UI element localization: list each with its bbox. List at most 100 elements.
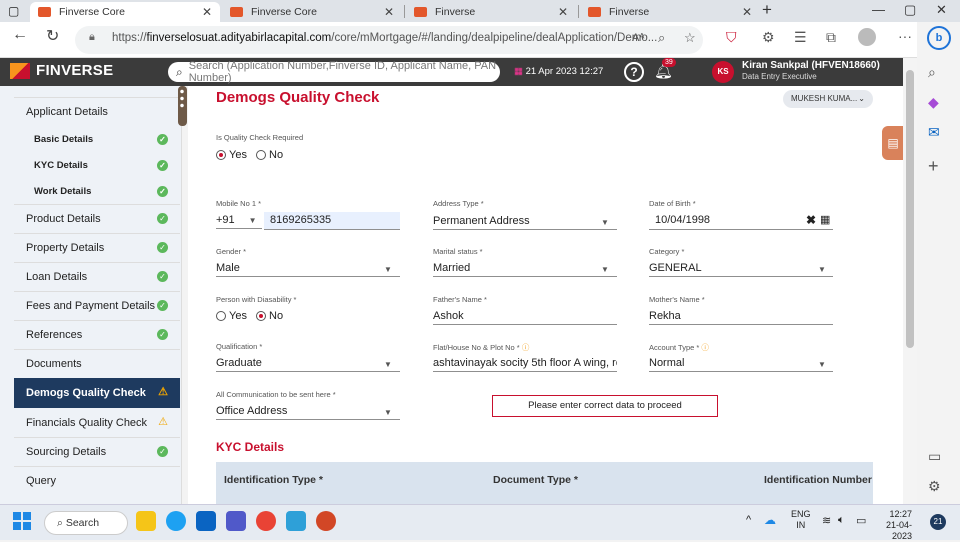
- mobile-input[interactable]: 8169265335: [264, 212, 400, 229]
- flat-input[interactable]: ashtavinayak socity 5th floor A wing, ro…: [433, 357, 617, 369]
- url-text[interactable]: https://finverselosuat.adityabirlacapita…: [112, 32, 657, 44]
- collections-icon[interactable]: ⧉: [826, 29, 836, 46]
- speaker-icon[interactable]: 🔈︎: [838, 514, 845, 527]
- sidebar-item-applicant-details[interactable]: Applicant Details: [14, 98, 180, 126]
- sidebar-item-property-details[interactable]: Property Details ✓: [14, 233, 180, 262]
- close-icon[interactable]: ✕: [384, 5, 394, 19]
- bing-icon[interactable]: b: [927, 26, 951, 50]
- search-placeholder: Search (Application Number,Finverse ID, …: [188, 60, 497, 84]
- user-name[interactable]: Kiran Sankpal (HFVEN18660): [742, 60, 880, 71]
- radio-yes[interactable]: [216, 311, 226, 322]
- refresh-icon[interactable]: ↻: [46, 26, 59, 46]
- calendar-icon[interactable]: ▦: [820, 213, 830, 226]
- document-panel-icon[interactable]: ▤: [882, 126, 904, 160]
- dob-label: Date of Birth *: [649, 199, 696, 208]
- communication-select[interactable]: Office Address: [216, 405, 287, 417]
- global-search-input[interactable]: ⌕ Search (Application Number,Finverse ID,…: [168, 60, 500, 84]
- extensions-icon[interactable]: ⚙: [762, 29, 775, 46]
- browser-tab-1[interactable]: Finverse Core ✕: [30, 2, 220, 22]
- battery-icon[interactable]: ▭: [856, 514, 866, 527]
- marital-select[interactable]: Married: [433, 262, 470, 274]
- sidebar-item-kyc-details[interactable]: KYC Details ✓: [14, 152, 180, 178]
- read-aloud-icon[interactable]: Aᴬ: [632, 32, 644, 44]
- file-explorer-icon[interactable]: [136, 511, 156, 531]
- browser-tab-3[interactable]: Finverse ✕: [406, 2, 576, 22]
- edge-icon[interactable]: [166, 511, 186, 531]
- add-icon[interactable]: +: [928, 156, 939, 177]
- sidebar-item-label: Basic Details: [34, 133, 94, 145]
- datetime-text: 21 Apr 2023 12:27: [525, 66, 604, 77]
- dob-input[interactable]: 10/04/1998: [655, 214, 710, 226]
- page-scroll-thumb[interactable]: [906, 70, 914, 348]
- extension-shield-icon[interactable]: ⛉: [726, 29, 737, 46]
- lock-icon[interactable]: 🔒︎: [89, 31, 95, 44]
- clock[interactable]: 12:27 21-04-2023: [868, 509, 912, 542]
- radio-no[interactable]: [256, 311, 267, 322]
- radio-no[interactable]: [256, 150, 267, 161]
- connector-app-icon[interactable]: [286, 511, 306, 531]
- clear-date-icon[interactable]: ✖: [806, 213, 816, 227]
- sidebar-toggle-icon[interactable]: ▭: [928, 448, 941, 465]
- onedrive-icon[interactable]: ☁: [764, 513, 776, 527]
- app-logo[interactable]: FINVERSE: [10, 62, 113, 79]
- windows-start-icon[interactable]: [13, 512, 31, 530]
- help-icon[interactable]: ?: [624, 62, 644, 82]
- wifi-icon[interactable]: ≋: [822, 514, 831, 527]
- settings-gear-icon[interactable]: ⚙: [928, 478, 941, 495]
- close-icon[interactable]: ✕: [202, 5, 212, 19]
- father-name-input[interactable]: Ashok: [433, 310, 464, 322]
- chrome-icon[interactable]: [256, 511, 276, 531]
- favorites-icon[interactable]: ☰: [794, 29, 807, 46]
- zoom-icon[interactable]: ⌕: [658, 30, 665, 46]
- outlook-icon[interactable]: ✉: [928, 124, 940, 141]
- assignee-dropdown[interactable]: MUKESH KUMA... ⌄: [783, 90, 873, 108]
- window-close-icon[interactable]: ✕: [936, 2, 947, 18]
- restore-icon[interactable]: ▢: [904, 2, 916, 18]
- close-icon[interactable]: ✕: [558, 5, 568, 19]
- taskbar-search[interactable]: ⌕ Search: [44, 511, 128, 535]
- sidebar-item-query[interactable]: Query: [14, 466, 180, 495]
- sidebar-item-sourcing-details[interactable]: Sourcing Details ✓: [14, 437, 180, 466]
- outlook-icon[interactable]: [196, 511, 216, 531]
- sidebar-item-references[interactable]: References ✓: [14, 320, 180, 349]
- gender-select[interactable]: Male: [216, 262, 240, 274]
- show-hidden-icons[interactable]: ^: [746, 514, 751, 526]
- sidebar-item-work-details[interactable]: Work Details ✓: [14, 178, 180, 204]
- kyc-col-label: Identification Type *: [224, 474, 323, 486]
- info-icon[interactable]: ⓘ: [701, 343, 709, 352]
- language-indicator[interactable]: ENG IN: [791, 509, 811, 531]
- account-type-select[interactable]: Normal: [649, 357, 684, 369]
- sidebar-item-demogs-quality-check[interactable]: Demogs Quality Check ⚠: [14, 378, 180, 408]
- browser-tab-4[interactable]: Finverse ✕: [580, 2, 760, 22]
- sidebar-item-financials-quality-check[interactable]: Financials Quality Check ⚠: [14, 408, 180, 437]
- browser-tab-2[interactable]: Finverse Core ✕: [222, 2, 402, 22]
- shopping-icon[interactable]: ◆: [928, 94, 939, 111]
- powerpoint-icon[interactable]: [316, 511, 336, 531]
- country-code-select[interactable]: +91 ▼: [216, 214, 257, 226]
- user-role: Data Entry Executive: [742, 72, 817, 81]
- info-icon[interactable]: ⓘ: [522, 343, 530, 352]
- sidebar-item-basic-details[interactable]: Basic Details ✓: [14, 126, 180, 152]
- sidebar-item-loan-details[interactable]: Loan Details ✓: [14, 262, 180, 291]
- teams-icon[interactable]: [226, 511, 246, 531]
- minimize-icon[interactable]: —: [872, 2, 885, 17]
- new-tab-icon[interactable]: +: [762, 0, 772, 20]
- qualification-select[interactable]: Graduate: [216, 357, 262, 369]
- mother-name-input[interactable]: Rekha: [649, 310, 681, 322]
- tab-actions-icon[interactable]: ▢: [8, 4, 19, 18]
- address-type-select[interactable]: Permanent Address: [433, 215, 530, 227]
- back-icon[interactable]: ←: [12, 26, 28, 44]
- search-icon[interactable]: ⌕: [928, 64, 936, 81]
- check-icon: ✓: [157, 329, 168, 340]
- more-icon[interactable]: ···: [898, 28, 912, 44]
- sidebar-item-documents[interactable]: Documents: [14, 349, 180, 378]
- sidebar-item-product-details[interactable]: Product Details ✓: [14, 204, 180, 233]
- sidebar-item-fees-and-payment[interactable]: Fees and Payment Details ✓: [14, 291, 180, 320]
- user-avatar[interactable]: KS: [712, 61, 734, 83]
- close-icon[interactable]: ✕: [742, 5, 752, 19]
- category-select[interactable]: GENERAL: [649, 262, 702, 274]
- notification-count-badge[interactable]: 21: [930, 514, 946, 530]
- profile-avatar[interactable]: [858, 28, 876, 46]
- favorite-star-icon[interactable]: ☆: [684, 30, 696, 46]
- radio-yes[interactable]: [216, 150, 226, 161]
